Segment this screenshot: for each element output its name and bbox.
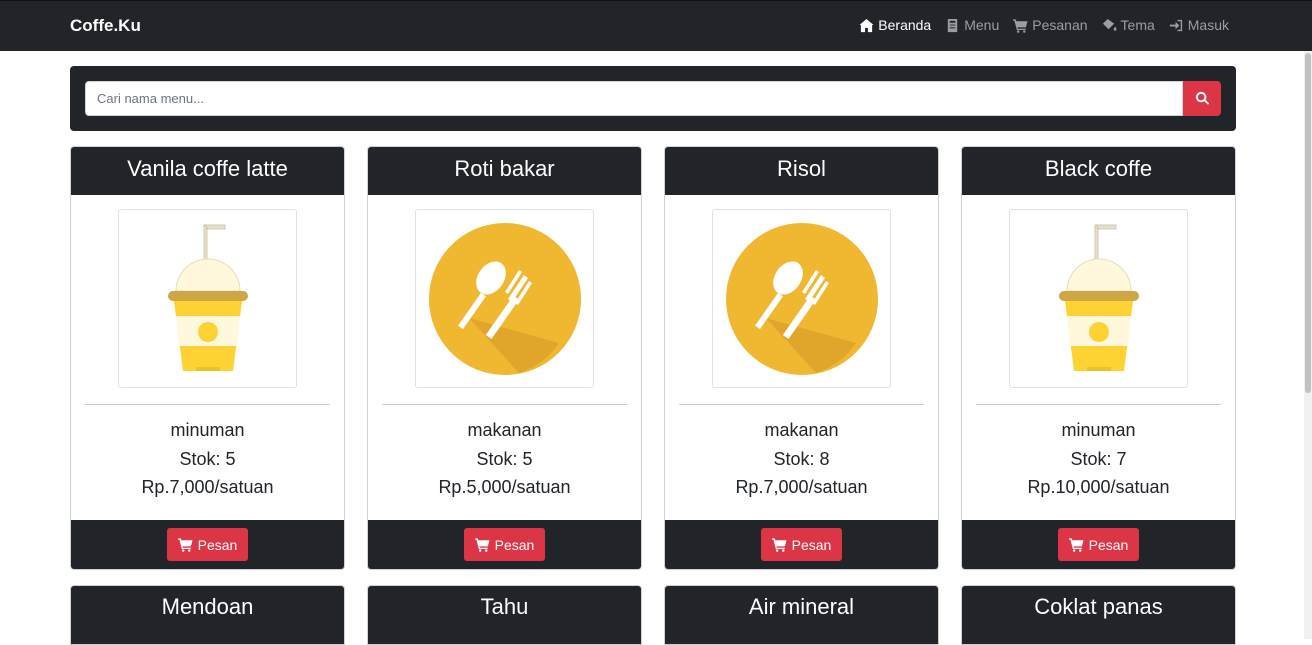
scrollbar-thumb[interactable] <box>1305 53 1311 393</box>
menu-card: Mendoan <box>70 585 345 645</box>
menu-card-footer: Pesan <box>368 520 641 569</box>
home-icon <box>859 18 874 32</box>
brand-logo[interactable]: Coffe.Ku <box>70 16 141 36</box>
menu-card: Air mineral <box>664 585 939 645</box>
nav-label: Tema <box>1120 17 1155 33</box>
drink-cup-icon <box>167 224 248 371</box>
menu-stock: Stok: 7 <box>1070 449 1127 469</box>
nav-links: Beranda Menu Pesanan Tema Masuk <box>859 17 1229 33</box>
nav-menu[interactable]: Menu <box>945 17 999 33</box>
menu-card-title: Black coffe <box>962 147 1235 195</box>
menu-card-title: Tahu <box>368 586 641 644</box>
menu-image <box>712 209 891 388</box>
order-button-label: Pesan <box>1088 536 1129 553</box>
divider <box>85 404 330 405</box>
menu-price: Rp.7,000/satuan <box>735 477 868 497</box>
menu-card-footer: Pesan <box>71 520 344 569</box>
order-button-label: Pesan <box>197 536 238 553</box>
nav-tema[interactable]: Tema <box>1102 17 1155 33</box>
divider <box>382 404 627 405</box>
book-icon <box>948 18 958 32</box>
nav-pesanan[interactable]: Pesanan <box>1013 17 1088 33</box>
order-button-label: Pesan <box>494 536 535 553</box>
navbar: Coffe.Ku Beranda Menu Pesanan Tema Masuk <box>0 0 1312 51</box>
search-input[interactable] <box>85 81 1183 116</box>
menu-card: Black coffe minuman Stok: 7 Rp.10,000/sa… <box>961 146 1236 570</box>
order-button[interactable]: Pesan <box>761 528 842 561</box>
menu-card: Coklat panas <box>961 585 1236 645</box>
menu-card-footer: Pesan <box>962 520 1235 569</box>
cart-plus-icon <box>771 538 787 552</box>
menu-category: minuman <box>170 420 245 440</box>
menu-stock: Stok: 5 <box>476 449 533 469</box>
spoon-fork-icon <box>725 222 878 375</box>
menu-price: Rp.7,000/satuan <box>141 477 274 497</box>
menu-card-title: Vanila coffe latte <box>71 147 344 195</box>
page-scrollbar[interactable] <box>1304 51 1312 639</box>
menu-stock: Stok: 5 <box>179 449 236 469</box>
menu-price: Rp.10,000/satuan <box>1027 477 1170 497</box>
menu-card-footer: Pesan <box>665 520 938 569</box>
order-button[interactable]: Pesan <box>464 528 545 561</box>
search-button[interactable] <box>1183 81 1221 116</box>
menu-card: Roti bakar makanan Stok: 5 Rp.5,000/satu… <box>367 146 642 570</box>
drink-cup-icon <box>1058 224 1139 371</box>
cart-icon <box>1013 18 1028 33</box>
menu-image <box>1009 209 1188 388</box>
search-icon <box>1195 91 1209 105</box>
cart-plus-icon <box>474 538 490 552</box>
menu-card-title: Air mineral <box>665 586 938 644</box>
menu-stock: Stok: 8 <box>773 449 830 469</box>
menu-category: minuman <box>1061 420 1136 440</box>
nav-beranda[interactable]: Beranda <box>859 17 931 33</box>
nav-label: Beranda <box>878 17 932 33</box>
spoon-fork-icon <box>428 222 581 375</box>
nav-label: Masuk <box>1187 17 1229 33</box>
search-bar <box>70 66 1236 131</box>
order-button[interactable]: Pesan <box>167 528 248 561</box>
nav-masuk[interactable]: Masuk <box>1169 17 1229 33</box>
menu-category: makanan <box>764 420 839 440</box>
cart-plus-icon <box>1068 538 1084 552</box>
nav-label: Pesanan <box>1032 17 1088 33</box>
menu-card-title: Mendoan <box>71 586 344 644</box>
menu-image <box>415 209 594 388</box>
menu-price: Rp.5,000/satuan <box>438 477 571 497</box>
menu-card: Tahu <box>367 585 642 645</box>
order-button-label: Pesan <box>791 536 832 553</box>
order-button[interactable]: Pesan <box>1058 528 1139 561</box>
divider <box>976 404 1221 405</box>
menu-image <box>118 209 297 388</box>
paint-bucket-icon <box>1102 18 1117 31</box>
menu-card: Vanila coffe latte minuman Stok: 5 Rp.7,… <box>70 146 345 570</box>
menu-card: Risol makanan Stok: 8 Rp.7,000/satuan Pe… <box>664 146 939 570</box>
cart-plus-icon <box>177 538 193 552</box>
menu-card-title: Coklat panas <box>962 586 1235 644</box>
menu-card-title: Risol <box>665 147 938 195</box>
nav-label: Menu <box>964 17 1000 33</box>
menu-category: makanan <box>467 420 542 440</box>
sign-in-icon <box>1169 19 1182 31</box>
divider <box>679 404 924 405</box>
menu-card-title: Roti bakar <box>368 147 641 195</box>
